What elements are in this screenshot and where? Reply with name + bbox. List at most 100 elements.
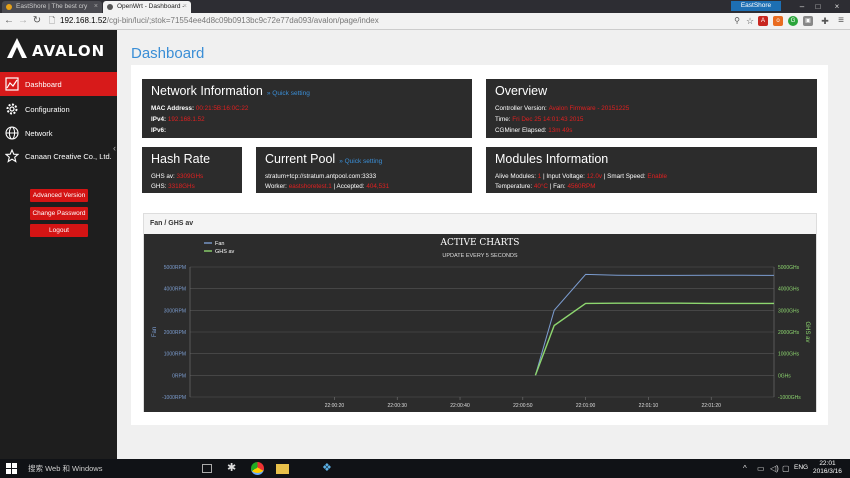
sidebar-item-label: Configuration [25,105,70,114]
url-field[interactable]: 192.168.1.52/cgi-bin/luci/;stok=71554ee4… [60,15,379,27]
reload-icon[interactable]: ↻ [31,15,43,27]
taskbar-search-box[interactable]: 搜索 Web 和 Windows [28,463,102,474]
elapsed-row: CGMiner Elapsed: 13m 49s [495,127,572,134]
browser-tab-eastshore[interactable]: EastShore | The best cry × [2,1,102,13]
network-quick-setting-link[interactable]: » Quick setting [267,90,310,97]
close-window-icon[interactable]: × [830,0,844,13]
sidebar-item-canaan[interactable]: Canaan Creative Co., Ltd. [0,144,117,168]
voltage-value: 12.0v [586,173,603,180]
time-label: Time: [495,116,511,123]
elapsed-value: 13m 49s [548,127,573,134]
ghs-av-row: GHS av: 3309GHs [151,173,203,180]
x-tick-label: 22:00:50 [513,403,533,409]
sidebar: AVALON Dashboard Configuration Network C… [0,30,117,459]
zoom-icon[interactable]: ⚲ [731,15,743,27]
pool-url-row: stratum+tcp://stratum.antpool.com:3333 [265,173,376,180]
change-password-button[interactable]: Change Password [30,207,88,220]
series-line-ghs-av [534,302,774,376]
chart-subtitle: UPDATE EVERY 5 SECONDS [442,253,518,259]
avalon-triangle-icon [7,38,27,58]
app-gear-taskbar-icon[interactable]: ✱ [227,462,240,475]
task-view-icon[interactable] [202,464,212,473]
page-info-icon[interactable]: 🗋 [46,15,58,27]
windows-start-icon[interactable] [6,463,17,474]
collapse-arrow-icon[interactable]: ‹ [113,143,116,153]
maximize-icon[interactable]: □ [811,0,825,13]
profile-button[interactable]: EastShore [731,1,781,11]
active-chart-svg: ACTIVE CHARTS UPDATE EVERY 5 SECONDS -1000… [152,238,810,409]
sidebar-item-dashboard[interactable]: Dashboard [0,72,117,96]
elapsed-label: CGMiner Elapsed: [495,127,547,134]
y-tick-label: 3000RPM [164,308,186,314]
ghs-value: 3318GHs [168,183,195,190]
file-explorer-icon[interactable] [276,464,289,474]
avalon-logo[interactable]: AVALON [6,37,104,63]
browser-menu-icon[interactable]: ≡ [835,15,847,27]
tray-chevron-icon[interactable]: ^ [743,462,756,475]
app-taskbar-icon[interactable]: ❖ [322,462,335,475]
extension-grey-icon[interactable]: ▣ [803,16,813,26]
y2-tick-label: 1000GHs [778,352,800,358]
extensions-puzzle-icon[interactable]: ✚ [819,15,831,27]
taskbar-clock[interactable]: 22:01 2016/3/16 [813,460,842,476]
speed-label: | Smart Speed: [603,173,646,180]
close-tab-icon[interactable]: × [94,1,98,13]
brand-name: AVALON [32,42,106,60]
y2-tick-label: 4000GHs [778,287,800,293]
back-arrow-icon[interactable]: ← [3,15,15,27]
modules-row-1: Alive Modules: 1 | Input Voltage: 12.0v … [495,173,667,180]
alive-label: Alive Modules: [495,173,536,180]
y-tick-label: -1000RPM [162,395,186,401]
worker-value: eastshoretest.1 [288,183,332,190]
accepted-label: Accepted: [336,183,365,190]
tab-label: OpenWrt - Dashboard - [117,3,185,10]
url-path: /cgi-bin/luci/;stok=71554ee4d8c09b0913bc… [106,16,379,25]
x-tick-label: 22:00:40 [450,403,470,409]
x-tick-label: 22:01:10 [639,403,659,409]
clock-date: 2016/3/16 [813,468,842,475]
mac-row: MAC Address: 00:21:5B:16:0C:22 [151,105,248,112]
advanced-version-button[interactable]: Advanced Version [30,189,88,202]
browser-tab-openwrt[interactable]: OpenWrt - Dashboard - × [103,1,191,13]
modules-row-2: Temperature: 40°C | Fan: 4560RPM [495,183,595,190]
controller-row: Controller Version: Avalon Firmware - 20… [495,105,629,112]
minimize-icon[interactable]: – [795,0,809,13]
bitcoin-favicon-icon [6,4,12,10]
forward-arrow-icon[interactable]: → [17,15,29,27]
mac-value: 00:21:5B:16:0C:22 [195,105,249,112]
network-tray-icon[interactable]: ▭ [757,462,770,475]
address-bar-row: ← → ↻ 🗋 192.168.1.52/cgi-bin/luci/;stok=… [0,13,850,30]
chrome-taskbar-icon[interactable] [251,462,264,475]
sidebar-item-network[interactable]: Network [0,121,117,145]
tab-label: EastShore | The best cry [16,3,88,10]
page-favicon-icon [107,4,113,10]
accepted-value: 404,531 [366,183,390,190]
ipv6-row: IPv6: [151,127,166,134]
pool-title: Current Pool [265,152,336,166]
y2-tick-label: 2000GHs [778,330,800,336]
url-host: 192.168.1.52 [60,16,107,25]
x-tick-label: 22:01:20 [701,403,721,409]
voltage-label: | Input Voltage: [542,173,585,180]
panel-title: Network Information » Quick setting [151,84,310,98]
pool-quick-setting-link[interactable]: » Quick setting [339,158,382,165]
extension-green-icon[interactable]: G [788,16,798,26]
close-tab-icon[interactable]: × [183,1,187,13]
chart-area: ACTIVE CHARTS UPDATE EVERY 5 SECONDS -1000… [144,234,816,412]
ipv6-label: IPv6: [151,127,167,134]
sidebar-item-label: Canaan Creative Co., Ltd. [25,152,112,161]
sidebar-item-configuration[interactable]: Configuration [0,97,117,121]
input-language[interactable]: ENG [794,464,808,471]
ghs-label: GHS: [151,183,167,190]
y2-tick-label: 0GHs [778,373,791,379]
fan-ghs-chart-box: Fan / GHS av ACTIVE CHARTS UPDATE EVERY 5… [143,213,817,412]
adblock-icon[interactable]: A [758,16,768,26]
panel-title: Current Pool» Quick setting [265,152,382,166]
ghs-av-label: GHS av: [151,173,175,180]
modules-title: Modules Information [495,152,609,166]
globe-icon [5,126,19,140]
extension-orange-icon[interactable]: o [773,16,783,26]
bookmark-star-icon[interactable]: ☆ [744,15,756,27]
chart-box-title: Fan / GHS av [150,220,194,227]
logout-button[interactable]: Logout [30,224,88,237]
